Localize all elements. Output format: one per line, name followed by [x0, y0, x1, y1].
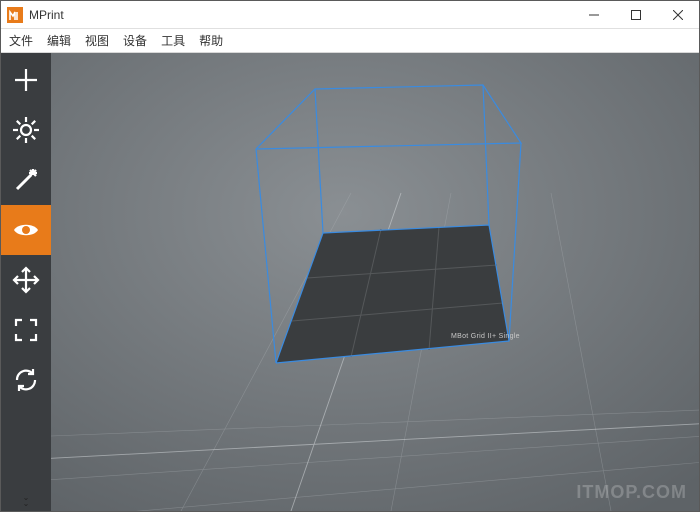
- menu-device[interactable]: 设备: [123, 32, 147, 49]
- app-icon: [7, 7, 23, 23]
- client-area: ⌄⌄: [1, 53, 699, 511]
- left-toolbar: ⌄⌄: [1, 53, 51, 511]
- viewport-3d[interactable]: MBot Grid II+ Single ITMOP.COM: [51, 53, 699, 511]
- tool-refresh[interactable]: [1, 355, 51, 405]
- scene-canvas: [51, 53, 699, 511]
- maximize-button[interactable]: [615, 1, 657, 29]
- menu-help[interactable]: 帮助: [199, 32, 223, 49]
- menu-edit[interactable]: 编辑: [47, 32, 71, 49]
- menu-file[interactable]: 文件: [9, 32, 33, 49]
- gear-icon: [11, 115, 41, 145]
- eye-icon: [11, 215, 41, 245]
- chevron-down-icon: ⌄⌄: [23, 495, 30, 507]
- app-window: MPrint 文件 编辑 视图 设备 工具 帮助: [0, 0, 700, 512]
- fullscreen-icon: [11, 315, 41, 345]
- tool-view[interactable]: [1, 205, 51, 255]
- tool-add[interactable]: [1, 55, 51, 105]
- refresh-icon: [11, 365, 41, 395]
- minimize-button[interactable]: [573, 1, 615, 29]
- close-button[interactable]: [657, 1, 699, 29]
- menu-bar: 文件 编辑 视图 设备 工具 帮助: [1, 29, 699, 53]
- toolbar-collapse[interactable]: ⌄⌄: [23, 405, 30, 511]
- plus-icon: [11, 65, 41, 95]
- title-bar: MPrint: [1, 1, 699, 29]
- tool-move[interactable]: [1, 255, 51, 305]
- watermark: ITMOP.COM: [576, 482, 687, 503]
- menu-tools[interactable]: 工具: [161, 32, 185, 49]
- tool-settings[interactable]: [1, 105, 51, 155]
- menu-view[interactable]: 视图: [85, 32, 109, 49]
- tool-pick[interactable]: [1, 155, 51, 205]
- build-plate-label: MBot Grid II+ Single: [451, 333, 520, 340]
- window-title: MPrint: [29, 8, 64, 22]
- wand-icon: [11, 165, 41, 195]
- move-icon: [11, 265, 41, 295]
- tool-fit[interactable]: [1, 305, 51, 355]
